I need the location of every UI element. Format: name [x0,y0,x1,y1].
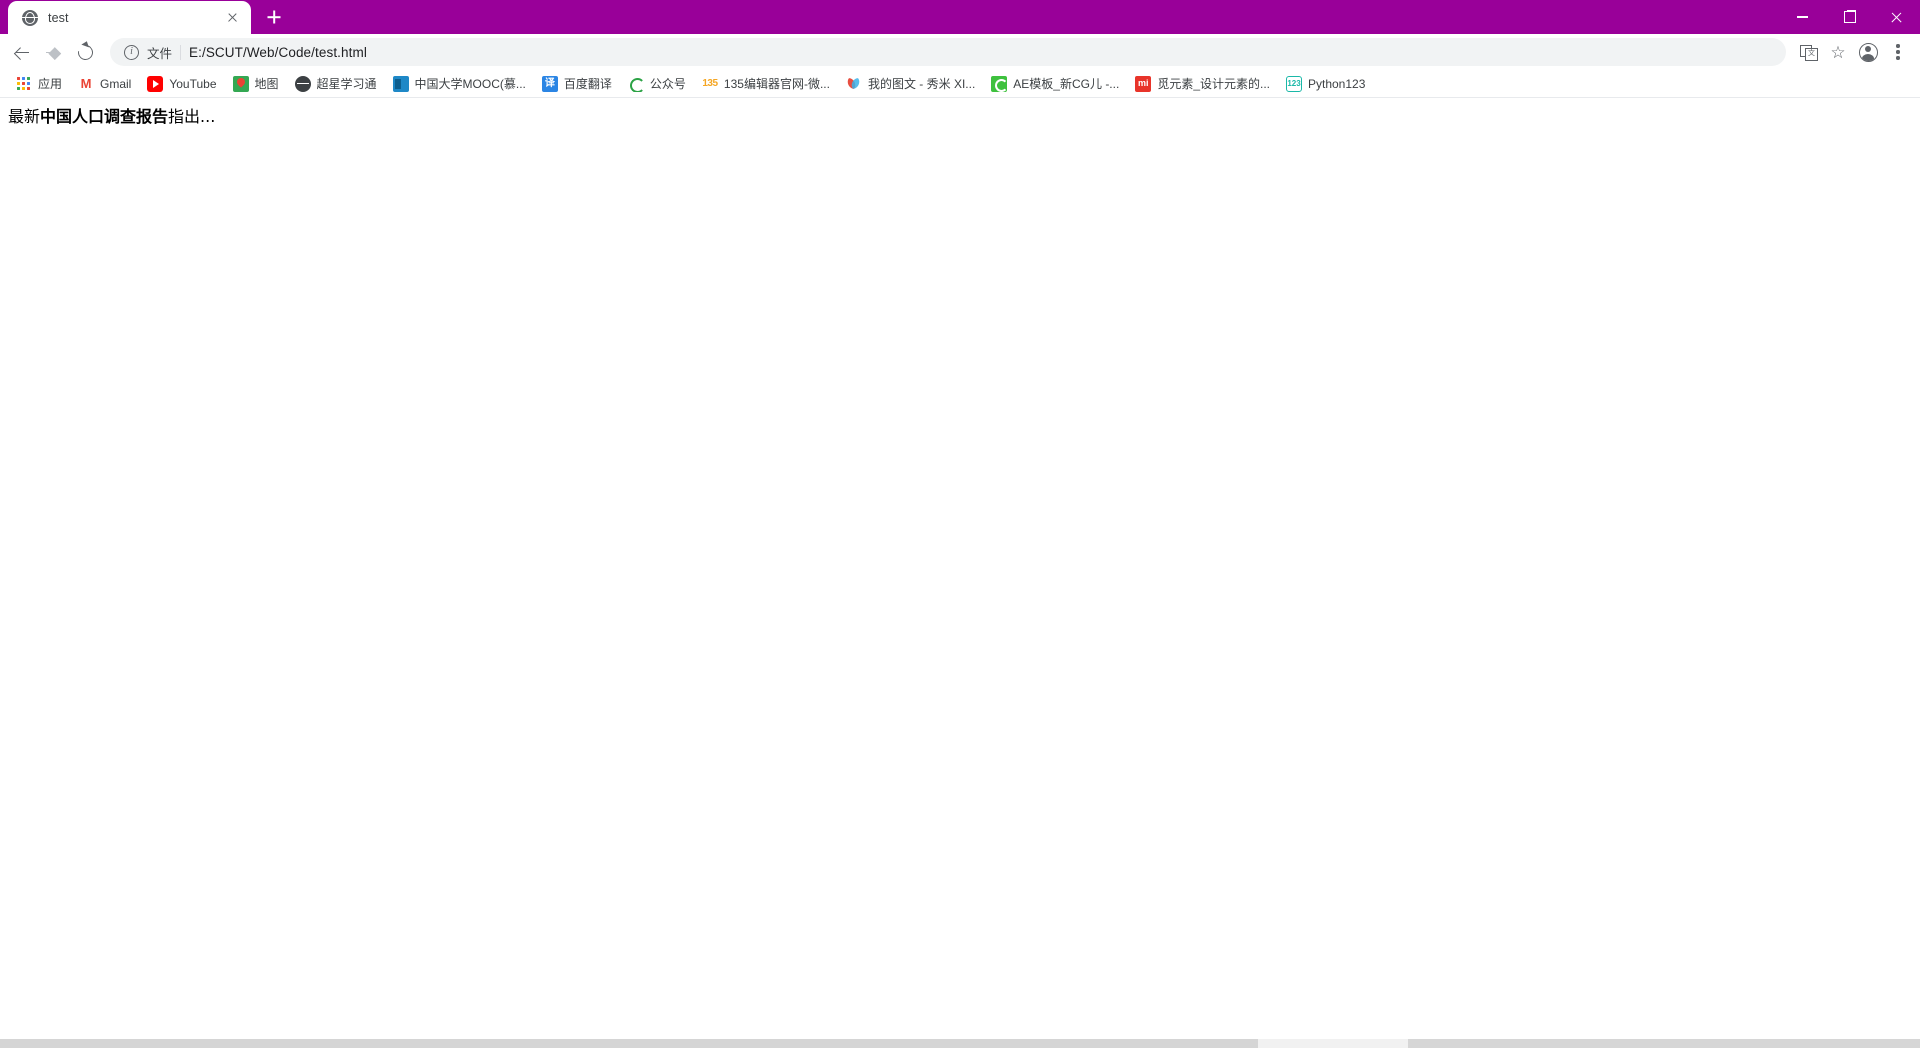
bookmark-item-miyuansu[interactable]: mi 觅元素_设计元素的... [1127,72,1278,95]
profile-button[interactable] [1854,38,1882,66]
browser-title-bar: test [0,0,1920,34]
bookmark-item-apps[interactable]: 应用 [8,72,70,95]
bookmark-label: 中国大学MOOC(慕... [414,77,526,91]
text-prefix: 最新 [8,107,41,126]
url-text[interactable]: E:/SCUT/Web/Code/test.html [189,45,367,60]
minimize-button[interactable] [1779,0,1826,34]
divider [180,44,182,60]
translate-button[interactable] [1794,38,1822,66]
forward-button[interactable] [38,37,68,67]
star-icon: ☆ [1830,42,1846,62]
bookmark-label: Gmail [100,76,132,91]
chaoxing-icon [294,75,311,92]
bookmark-item-xiumi[interactable]: 我的图文 - 秀米 XI... [838,72,983,95]
bookmark-item-python123[interactable]: 123 Python123 [1278,73,1373,95]
bookmark-item-newcg[interactable]: AE模板_新CG儿 -... [983,72,1127,95]
globe-icon [22,9,38,26]
bookmark-item-gmail[interactable]: M Gmail [70,73,139,95]
page-info-icon[interactable] [124,44,139,60]
bookmark-item-wechat-official[interactable]: 公众号 [620,72,694,95]
scheme-label: 文件 [147,46,173,61]
bookmark-label: 应用 [38,77,63,91]
bookmark-button[interactable]: ☆ [1824,38,1852,66]
youtube-icon [147,75,164,92]
wechat-official-icon [627,75,644,92]
xiumi-icon [845,75,862,92]
bookmark-item-baidu-translate[interactable]: 译 百度翻译 [534,72,620,95]
gmail-icon: M [78,75,95,92]
bookmark-item-chaoxing[interactable]: 超星学习通 [287,72,385,95]
bookmark-item-135editor[interactable]: 135 135编辑器官网-微... [694,72,838,95]
tab-title: test [48,10,69,25]
close-button[interactable] [1873,0,1920,34]
bookmark-label: 公众号 [649,77,686,91]
text-bold: 中国人口调查报告 [40,107,169,126]
avatar-icon [1858,42,1878,62]
close-icon[interactable] [223,9,241,27]
bookmark-label: AE模板_新CG儿 -... [1013,77,1120,91]
bookmark-label: YouTube [169,76,217,91]
tab-strip: test [0,0,289,34]
editor135-icon: 135 [701,75,718,92]
chrome-menu-button[interactable] [1884,38,1912,66]
browser-tab[interactable]: test [8,1,251,34]
google-maps-icon [232,75,249,92]
browser-toolbar: 文件 E:/SCUT/Web/Code/test.html ☆ [0,34,1920,70]
taskbar-right-segment [1408,1039,1920,1048]
page-content: 最新中国人口调查报告指出... [0,98,1920,128]
apps-grid-icon [16,76,32,92]
bookmark-item-youtube[interactable]: YouTube [139,73,224,95]
maximize-button[interactable] [1826,0,1873,34]
baidu-translate-icon: 译 [541,75,558,92]
bookmark-label: Python123 [1308,76,1366,91]
page-viewport: 最新中国人口调查报告指出... [0,98,1920,1048]
reload-button[interactable] [70,37,100,67]
bookmark-item-maps[interactable]: 地图 [225,72,287,95]
python123-icon: 123 [1286,75,1302,92]
bookmark-label: 135编辑器官网-微... [723,77,830,91]
three-dot-menu-icon [1896,43,1901,61]
new-tab-button[interactable] [259,2,289,32]
back-arrow-icon [15,46,29,59]
reload-icon [74,41,96,63]
bookmarks-bar: 应用 M Gmail YouTube 地图 超星学习通 中国大学MOOC(慕..… [0,70,1920,98]
bookmark-label: 超星学习通 [316,77,377,91]
translate-icon [1800,44,1818,61]
forward-arrow-icon [47,46,60,59]
back-button[interactable] [6,37,36,67]
window-controls [1779,0,1920,34]
bookmark-label: 地图 [254,77,279,91]
bookmark-item-mooc[interactable]: 中国大学MOOC(慕... [385,72,534,95]
bookmark-label: 觅元素_设计元素的... [1157,77,1270,91]
bookmark-label: 我的图文 - 秀米 XI... [867,77,976,91]
os-taskbar [0,1039,1920,1048]
miyuansu-icon: mi [1135,75,1152,92]
bookmark-label: 百度翻译 [563,77,612,91]
text-suffix: 指出... [168,107,216,126]
mooc-icon [392,75,409,92]
taskbar-left-segment [0,1039,1258,1048]
address-bar[interactable]: 文件 E:/SCUT/Web/Code/test.html [110,38,1786,66]
newcg-icon [991,75,1008,92]
page-paragraph: 最新中国人口调查报告指出... [8,106,1912,128]
taskbar-highlight-segment [1258,1039,1408,1048]
